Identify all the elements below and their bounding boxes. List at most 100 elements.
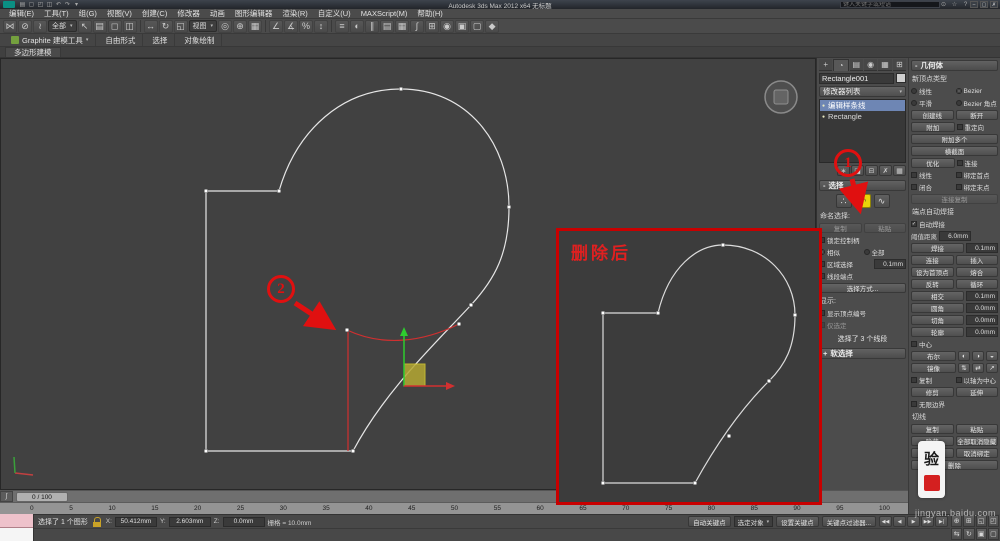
vertex-handles[interactable]	[204, 87, 511, 453]
utilities-tab-icon[interactable]: ⊞	[893, 59, 906, 71]
modifier-stack-item[interactable]: ●编辑样条线	[820, 100, 905, 111]
checkbox[interactable]: 绑定首点	[956, 170, 999, 180]
configure-modifier-sets-icon[interactable]: ▦	[893, 165, 906, 176]
angle-snap-toggle-icon[interactable]: ∡	[284, 20, 298, 33]
previous-frame-button[interactable]: ◀	[893, 516, 906, 527]
object-name-field[interactable]: Rectangle001	[819, 73, 894, 84]
menu-item[interactable]: 视图(V)	[102, 9, 137, 19]
panel-button[interactable]: 延伸	[956, 387, 999, 397]
set-key-button[interactable]: 设置关键点	[776, 516, 819, 527]
select-and-link-icon[interactable]: ⋈	[3, 20, 17, 33]
x-coord-field[interactable]: 50.412mm	[115, 517, 157, 527]
menu-item[interactable]: 渲染(R)	[277, 9, 312, 19]
panel-button[interactable]: 熔合	[956, 267, 999, 277]
checkbox[interactable]: 线段端点	[819, 271, 906, 281]
select-and-manipulate-icon[interactable]: ⊕	[233, 20, 247, 33]
listener-pane[interactable]	[0, 528, 33, 541]
value-field[interactable]: 0.0mm	[966, 303, 998, 313]
motion-tab-icon[interactable]: ◉	[864, 59, 877, 71]
panel-button[interactable]: 粘贴	[956, 424, 999, 434]
panel-button[interactable]: 复制	[911, 424, 954, 434]
menu-item[interactable]: 编辑(E)	[4, 9, 39, 19]
panel-button[interactable]: 断开	[956, 110, 999, 120]
radio[interactable]: 线性	[911, 86, 954, 96]
pan-view-icon[interactable]: ⇆	[951, 528, 962, 540]
auto-key-button[interactable]: 自动关键点	[688, 516, 731, 527]
make-unique-icon[interactable]: ⊟	[865, 165, 878, 176]
value-field[interactable]: 0.1mm	[966, 291, 998, 301]
menu-item[interactable]: 修改器	[172, 9, 205, 19]
3ds-max-logo[interactable]	[3, 1, 15, 8]
panel-button[interactable]: 反转	[911, 279, 954, 289]
checkbox[interactable]: 闭合	[911, 182, 954, 192]
menu-item[interactable]: 帮助(H)	[412, 9, 447, 19]
panel-icon-button[interactable]: ⇄	[972, 363, 984, 373]
create-tab-icon[interactable]: +	[819, 59, 832, 71]
open-file-icon[interactable]: ◰	[36, 1, 45, 9]
snaps-toggle-icon[interactable]: ∠	[269, 20, 283, 33]
panel-button[interactable]: 横截面	[911, 146, 998, 156]
tab-polygon-modeling[interactable]: 多边形建模	[5, 47, 61, 57]
unlink-selection-icon[interactable]: ⊘	[18, 20, 32, 33]
menu-item[interactable]: 动画	[205, 9, 230, 19]
value-field[interactable]: 0.1mm	[966, 243, 998, 253]
display-tab-icon[interactable]: ▦	[878, 59, 891, 71]
viewport-layout-icon[interactable]: ▢	[988, 528, 999, 540]
open-mini-curve-editor-button[interactable]: ∫	[0, 491, 13, 502]
panel-icon-button[interactable]: ◒	[986, 351, 998, 361]
favorites-icon[interactable]: ☆	[950, 1, 959, 9]
go-to-start-button[interactable]: ◀◀	[879, 516, 892, 527]
select-by-name-icon[interactable]: ▤	[93, 20, 107, 33]
layer-manager-icon[interactable]: ▤	[380, 20, 394, 33]
render-setup-icon[interactable]: ▣	[455, 20, 469, 33]
panel-button[interactable]: 连接复制	[911, 194, 998, 204]
panel-button[interactable]: 循环	[956, 279, 999, 289]
modifier-list-dropdown[interactable]: 修改器列表 ▾	[819, 86, 906, 97]
spinner-snap-toggle-icon[interactable]: ↕	[314, 20, 328, 33]
use-pivot-point-center-icon[interactable]: ◎	[218, 20, 232, 33]
panel-button[interactable]: 附加	[911, 122, 955, 132]
panel-icon-button[interactable]: ◐	[958, 351, 970, 361]
value-field[interactable]: 0.1mm	[874, 259, 906, 269]
panel-icon-button[interactable]: ⇅	[958, 363, 970, 373]
spline-outline[interactable]	[206, 89, 509, 451]
ribbon-tab[interactable]: 选择	[145, 34, 175, 46]
select-and-scale-icon[interactable]: ◱	[174, 20, 188, 33]
checkbox[interactable]: 仅选定	[819, 320, 906, 330]
rectangular-selection-region-icon[interactable]: ◻	[108, 20, 122, 33]
undo-icon[interactable]: ↶	[54, 1, 63, 9]
selection-rollout-header[interactable]: - 选择	[819, 180, 906, 191]
help-icon[interactable]: ?	[961, 1, 970, 9]
edit-named-selection-sets-icon[interactable]: ≡	[335, 20, 349, 33]
qat-customize-icon[interactable]: ▾	[72, 1, 81, 9]
time-slider[interactable]: 0 / 100	[16, 492, 68, 502]
keyboard-shortcut-override-icon[interactable]: ▦	[248, 20, 262, 33]
maxscript-mini-listener[interactable]	[0, 514, 34, 541]
panel-button[interactable]: 切角	[911, 315, 964, 325]
material-editor-icon[interactable]: ◉	[440, 20, 454, 33]
panel-button[interactable]: 布尔	[911, 351, 956, 361]
panel-button[interactable]: 全部取消隐藏	[956, 436, 999, 446]
value-field[interactable]: 0.0mm	[966, 315, 998, 325]
panel-button[interactable]: 镜像	[911, 363, 956, 373]
panel-button[interactable]: 插入	[956, 255, 999, 265]
vertex-subobject-button[interactable]: ∴	[836, 194, 852, 208]
ribbon-tab[interactable]: 对象绘制	[177, 34, 222, 46]
checkbox[interactable]: 显示顶点编号	[819, 308, 906, 318]
save-file-icon[interactable]: ◫	[45, 1, 54, 9]
panel-button[interactable]: 附加多个	[911, 134, 998, 144]
curve-editor-icon[interactable]: ∫	[410, 20, 424, 33]
panel-button[interactable]: 设为首顶点	[911, 267, 954, 277]
spline-subobject-button[interactable]: ∿	[874, 194, 890, 208]
view-compass-icon[interactable]	[765, 81, 797, 113]
redo-icon[interactable]: ↷	[63, 1, 72, 9]
bind-to-space-warp-icon[interactable]: ≀	[33, 20, 47, 33]
new-scene-icon[interactable]: ▢	[27, 1, 36, 9]
menu-item[interactable]: MAXScript(M)	[356, 9, 413, 19]
checkbox[interactable]: 复制	[911, 375, 954, 385]
panel-icon-button[interactable]: ↗	[986, 363, 998, 373]
render-production-icon[interactable]: ◆	[485, 20, 499, 33]
panel-button[interactable]: 相交	[911, 291, 964, 301]
panel-button[interactable]: 复制	[819, 223, 862, 233]
close-button[interactable]: ✗	[990, 1, 998, 8]
